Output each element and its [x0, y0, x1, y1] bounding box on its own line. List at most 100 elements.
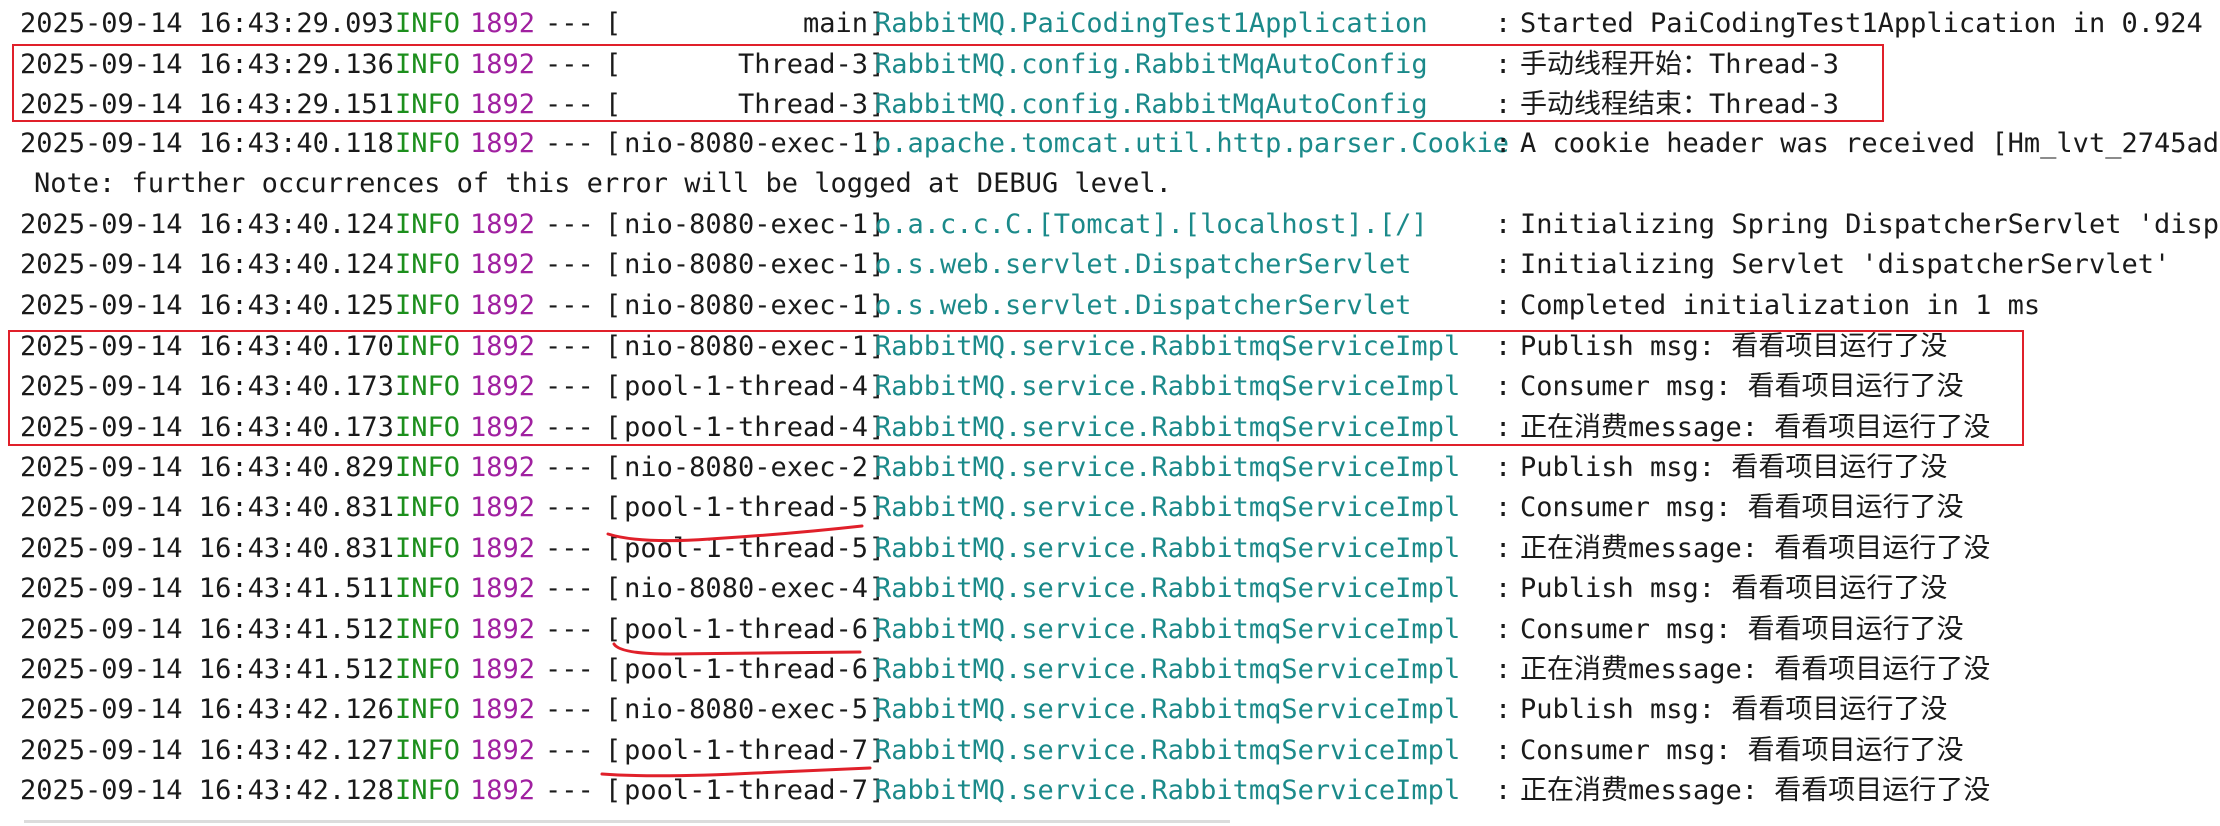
log-level: INFO	[395, 249, 461, 280]
log-timestamp: 2025-09-14 16:43:40.124	[20, 249, 394, 280]
log-line: 2025-09-14 16:43:40.173 INFO 1892 --- [p…	[20, 367, 1964, 407]
log-line: 2025-09-14 16:43:29.151 INFO 1892 --- [T…	[20, 85, 1839, 125]
log-message: Initializing Spring DispatcherServlet 'd…	[1520, 209, 2220, 240]
log-logger: RabbitMQ.service.RabbitmqServiceImpl	[875, 654, 1461, 685]
log-thread-name: nio-8080-exec-5	[624, 694, 868, 725]
log-logger: RabbitMQ.service.RabbitmqServiceImpl	[875, 331, 1461, 362]
log-separator: ---	[545, 249, 594, 280]
log-pid: 1892	[470, 775, 536, 806]
log-timestamp: 2025-09-14 16:43:29.136	[20, 49, 394, 80]
log-pid: 1892	[470, 290, 536, 321]
log-level: INFO	[395, 8, 461, 39]
log-pid: 1892	[470, 8, 536, 39]
log-pid: 1892	[470, 412, 536, 443]
log-thread-name: pool-1-thread-5	[624, 492, 868, 523]
log-logger: o.s.web.servlet.DispatcherServlet	[875, 290, 1412, 321]
log-message: 正在消费message: 看看项目运行了没	[1520, 533, 1991, 564]
log-level: INFO	[395, 290, 461, 321]
log-pid: 1892	[470, 614, 536, 645]
log-message: 正在消费message: 看看项目运行了没	[1520, 412, 1991, 443]
log-level: INFO	[395, 452, 461, 483]
log-timestamp: 2025-09-14 16:43:41.511	[20, 573, 394, 604]
log-level: INFO	[395, 412, 461, 443]
log-logger: RabbitMQ.PaiCodingTest1Application	[875, 8, 1428, 39]
log-pid: 1892	[470, 371, 536, 402]
log-level: INFO	[395, 533, 461, 564]
log-line: 2025-09-14 16:43:29.093 INFO 1892 --- [m…	[20, 4, 2220, 44]
log-message: 正在消费message: 看看项目运行了没	[1520, 654, 1991, 685]
log-logger: RabbitMQ.service.RabbitmqServiceImpl	[875, 775, 1461, 806]
log-pid: 1892	[470, 735, 536, 766]
log-logger: RabbitMQ.service.RabbitmqServiceImpl	[875, 694, 1461, 725]
log-timestamp: 2025-09-14 16:43:42.128	[20, 775, 394, 806]
log-line: 2025-09-14 16:43:29.136 INFO 1892 --- [T…	[20, 45, 1839, 85]
log-message: Publish msg: 看看项目运行了没	[1520, 573, 1948, 604]
log-separator: ---	[545, 735, 594, 766]
log-thread-name: nio-8080-exec-1	[624, 128, 868, 159]
log-timestamp: 2025-09-14 16:43:41.512	[20, 654, 394, 685]
log-thread-name: nio-8080-exec-1	[624, 290, 868, 321]
log-thread-name: nio-8080-exec-1	[624, 331, 868, 362]
log-separator: ---	[545, 492, 594, 523]
log-timestamp: 2025-09-14 16:43:40.124	[20, 209, 394, 240]
log-thread-name: pool-1-thread-4	[624, 412, 868, 443]
log-message: 手动线程开始：Thread-3	[1520, 49, 1840, 80]
log-timestamp: 2025-09-14 16:43:40.170	[20, 331, 394, 362]
log-separator: ---	[545, 573, 594, 604]
log-logger: RabbitMQ.service.RabbitmqServiceImpl	[875, 492, 1461, 523]
log-timestamp: 2025-09-14 16:43:29.093	[20, 8, 394, 39]
log-logger: RabbitMQ.service.RabbitmqServiceImpl	[875, 371, 1461, 402]
log-pid: 1892	[470, 249, 536, 280]
log-timestamp: 2025-09-14 16:43:40.125	[20, 290, 394, 321]
log-message: Completed initialization in 1 ms	[1520, 290, 2041, 321]
log-thread-name: nio-8080-exec-4	[624, 573, 868, 604]
log-logger: RabbitMQ.service.RabbitmqServiceImpl	[875, 735, 1461, 766]
log-line: 2025-09-14 16:43:40.831 INFO 1892 --- [p…	[20, 488, 1964, 528]
log-timestamp: 2025-09-14 16:43:40.831	[20, 533, 394, 564]
log-line: 2025-09-14 16:43:40.118 INFO 1892 --- [n…	[20, 124, 2220, 164]
log-thread-name: nio-8080-exec-1	[624, 249, 868, 280]
log-separator: ---	[545, 412, 594, 443]
log-message: 正在消费message: 看看项目运行了没	[1520, 775, 1991, 806]
log-logger: o.s.web.servlet.DispatcherServlet	[875, 249, 1412, 280]
log-line: 2025-09-14 16:43:42.127 INFO 1892 --- [p…	[20, 731, 1964, 771]
log-message: Initializing Servlet 'dispatcherServlet'	[1520, 249, 2171, 280]
log-pid: 1892	[470, 331, 536, 362]
log-logger: RabbitMQ.service.RabbitmqServiceImpl	[875, 412, 1461, 443]
log-level: INFO	[395, 331, 461, 362]
log-logger: RabbitMQ.service.RabbitmqServiceImpl	[875, 533, 1461, 564]
log-line: 2025-09-14 16:43:41.512 INFO 1892 --- [p…	[20, 610, 1964, 650]
log-separator: ---	[545, 654, 594, 685]
log-timestamp: 2025-09-14 16:43:40.831	[20, 492, 394, 523]
log-note: Note: further occurrences of this error …	[34, 168, 1172, 199]
log-timestamp: 2025-09-14 16:43:42.126	[20, 694, 394, 725]
log-separator: ---	[545, 614, 594, 645]
log-separator: ---	[545, 775, 594, 806]
log-level: INFO	[395, 735, 461, 766]
log-message: 手动线程结束：Thread-3	[1520, 89, 1840, 120]
log-message: Publish msg: 看看项目运行了没	[1520, 452, 1948, 483]
log-timestamp: 2025-09-14 16:43:40.118	[20, 128, 394, 159]
log-logger: RabbitMQ.config.RabbitMqAutoConfig	[875, 49, 1428, 80]
log-level: INFO	[395, 49, 461, 80]
log-pid: 1892	[470, 492, 536, 523]
log-logger: RabbitMQ.service.RabbitmqServiceImpl	[875, 452, 1461, 483]
log-thread-name: Thread-3	[737, 89, 868, 120]
log-level: INFO	[395, 654, 461, 685]
log-separator: ---	[545, 8, 594, 39]
log-line: 2025-09-14 16:43:40.124 INFO 1892 --- [n…	[20, 205, 2220, 245]
log-separator: ---	[545, 209, 594, 240]
horizontal-scrollbar[interactable]	[24, 820, 1230, 823]
log-separator: ---	[545, 452, 594, 483]
log-message: Started PaiCodingTest1Application in 0.9…	[1520, 8, 2220, 39]
log-line: 2025-09-14 16:43:40.829 INFO 1892 --- [n…	[20, 448, 1947, 488]
log-line: 2025-09-14 16:43:40.124 INFO 1892 --- [n…	[20, 245, 2170, 285]
log-logger: o.apache.tomcat.util.http.parser.Cookie	[875, 128, 1509, 159]
log-message: Consumer msg: 看看项目运行了没	[1520, 614, 1964, 645]
console-output[interactable]: 2025-09-14 16:43:29.093 INFO 1892 --- [m…	[0, 0, 2220, 826]
log-pid: 1892	[470, 128, 536, 159]
log-message: Consumer msg: 看看项目运行了没	[1520, 735, 1964, 766]
log-thread-name: main	[802, 8, 868, 39]
log-line: 2025-09-14 16:43:40.173 INFO 1892 --- [p…	[20, 408, 1990, 448]
log-line: 2025-09-14 16:43:41.512 INFO 1892 --- [p…	[20, 650, 1990, 690]
